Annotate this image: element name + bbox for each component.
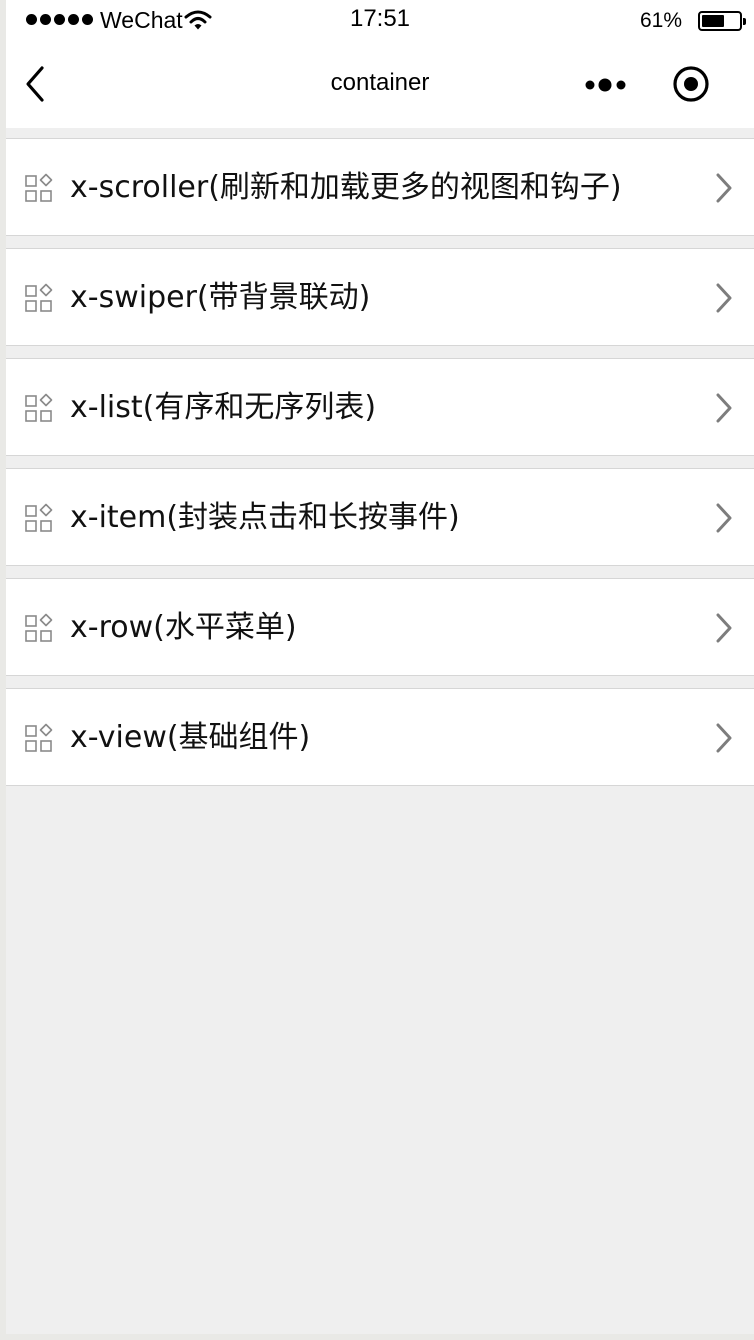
list-item[interactable]: x-row(水平菜单) (6, 578, 754, 676)
chevron-right-icon (714, 612, 734, 644)
list-item[interactable]: x-scroller(刷新和加载更多的视图和钩子) (6, 138, 754, 236)
chevron-right-icon (714, 392, 734, 424)
apps-grid-icon (24, 173, 54, 203)
chevron-right-icon (714, 502, 734, 534)
chevron-right-icon (714, 172, 734, 204)
list-item-label: x-scroller(刷新和加载更多的视图和钩子) (70, 170, 622, 205)
navigation-bar: container (6, 40, 754, 128)
battery-icon (698, 11, 746, 31)
list-item-label: x-view(基础组件) (70, 720, 311, 755)
battery-level (702, 15, 724, 27)
list-item[interactable]: x-swiper(带背景联动) (6, 248, 754, 346)
list-item-label: x-item(封装点击和长按事件) (70, 500, 460, 535)
app-screen: WeChat 17:51 61% container x-scroller(刷新… (6, 0, 754, 1334)
more-dots-icon[interactable] (584, 74, 628, 96)
list-item[interactable]: x-item(封装点击和长按事件) (6, 468, 754, 566)
apps-grid-icon (24, 393, 54, 423)
list-item-label: x-row(水平菜单) (70, 610, 297, 645)
battery-percent: 61% (639, 9, 682, 32)
apps-grid-icon (24, 613, 54, 643)
component-list: x-scroller(刷新和加载更多的视图和钩子) x-swiper(带背景联动)… (6, 138, 754, 786)
target-icon[interactable] (672, 65, 710, 103)
list-item-label: x-list(有序和无序列表) (70, 390, 377, 425)
chevron-right-icon (714, 722, 734, 754)
chevron-right-icon (714, 282, 734, 314)
apps-grid-icon (24, 503, 54, 533)
status-bar: WeChat 17:51 61% (6, 0, 754, 40)
apps-grid-icon (24, 723, 54, 753)
list-item[interactable]: x-list(有序和无序列表) (6, 358, 754, 456)
apps-grid-icon (24, 283, 54, 313)
page-title: container (330, 69, 430, 96)
list-item-label: x-swiper(带背景联动) (70, 280, 371, 315)
list-item[interactable]: x-view(基础组件) (6, 688, 754, 786)
